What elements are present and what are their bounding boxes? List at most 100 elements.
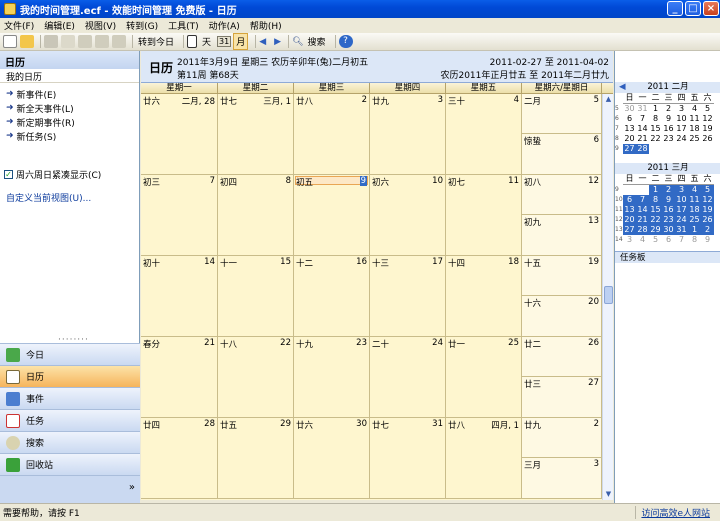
mini-day[interactable] (688, 144, 701, 154)
new-task-link[interactable]: ➜ 新任务(S) (0, 129, 139, 143)
mini-day[interactable]: 11 (688, 195, 701, 205)
scroll-down-icon[interactable]: ▼ (604, 490, 613, 499)
nav-calendar[interactable]: 日历 (0, 365, 140, 387)
mini-day[interactable]: 9 (701, 235, 714, 245)
new-allday-event-link[interactable]: ➜ 新全天事件(L) (0, 101, 139, 115)
mini-day[interactable]: 14 (636, 205, 649, 215)
new-icon[interactable] (3, 35, 17, 48)
mini-day[interactable]: 22 (649, 134, 662, 144)
day-cell[interactable]: 廿一 25 (446, 337, 522, 418)
mini-day[interactable]: 8 (688, 235, 701, 245)
mini-day[interactable]: 3 (675, 104, 688, 114)
day-cell[interactable]: 初七 11 (446, 175, 522, 256)
mini-day[interactable]: 3 (675, 185, 688, 195)
expand-chevron-icon[interactable]: » (129, 482, 135, 493)
customize-view-link[interactable]: 自定义当前视图(U)... (6, 191, 91, 204)
day-cell[interactable]: 十五 19 (522, 256, 602, 296)
mini-day[interactable]: 20 (623, 134, 636, 144)
mini-day[interactable]: 5 (649, 235, 662, 245)
mini-day[interactable]: 7 (675, 235, 688, 245)
mini-day[interactable]: 30 (623, 104, 636, 114)
menu-edit[interactable]: 编辑(E) (44, 19, 75, 32)
prev-arrow-icon[interactable]: ◀ (259, 37, 266, 47)
maximize-button[interactable]: □ (685, 1, 701, 16)
mini-day[interactable]: 7 (636, 195, 649, 205)
mini-day[interactable]: 10 (675, 195, 688, 205)
month-grid[interactable]: 廿六 二月, 28 廿七 三月, 1 廿八 2 廿九 3 三十 4 二月 5 惊蛰 6 初三 7 初四 8 初五 9 初… (141, 94, 602, 500)
mini-day[interactable]: 17 (675, 205, 688, 215)
day-cell[interactable]: 二十 24 (370, 337, 446, 418)
menu-tools[interactable]: 工具(T) (168, 19, 199, 32)
month-view-icon[interactable]: 31 (217, 36, 232, 47)
mini-day[interactable] (701, 144, 714, 154)
mini-day[interactable]: 26 (701, 134, 714, 144)
mini-day[interactable] (623, 185, 636, 195)
mini-day[interactable] (675, 144, 688, 154)
day-cell[interactable]: 初九 13 (522, 215, 602, 256)
day-cell[interactable]: 廿七 三月, 1 (218, 94, 294, 175)
close-button[interactable]: × (703, 1, 719, 16)
day-cell[interactable]: 廿二 26 (522, 337, 602, 377)
mini-day[interactable]: 8 (649, 114, 662, 124)
print-preview-icon[interactable] (61, 35, 75, 48)
mini-day[interactable]: 13 (623, 124, 636, 134)
day-cell[interactable]: 十二 16 (294, 256, 370, 337)
paste-icon[interactable] (112, 35, 126, 48)
next-arrow-icon[interactable]: ▶ (274, 37, 281, 47)
copy-icon[interactable] (95, 35, 109, 48)
day-cell[interactable]: 廿三 27 (522, 377, 602, 418)
mini-day[interactable]: 28 (636, 144, 649, 154)
mini-day[interactable]: 13 (623, 205, 636, 215)
mini-day[interactable]: 15 (649, 205, 662, 215)
search-icon[interactable]: 🔍︎ (292, 37, 303, 47)
mini-day[interactable]: 6 (623, 114, 636, 124)
mini-day[interactable]: 21 (636, 215, 649, 225)
day-cell[interactable]: 十四 18 (446, 256, 522, 337)
day-cell[interactable]: 初三 7 (141, 175, 218, 256)
scroll-thumb[interactable] (604, 286, 613, 304)
mini-day[interactable]: 9 (662, 114, 675, 124)
prev-month-icon[interactable]: ◀ (619, 82, 626, 93)
mini-day[interactable]: 1 (649, 185, 662, 195)
mini-day[interactable]: 5 (701, 104, 714, 114)
menu-goto[interactable]: 转到(G) (126, 19, 158, 32)
day-view-button[interactable]: 天 (200, 34, 213, 49)
goto-today-button[interactable]: 转到今日 (136, 34, 176, 49)
day-cell[interactable]: 三月 3 (522, 458, 602, 499)
mini-day[interactable]: 6 (662, 235, 675, 245)
mini-day[interactable]: 4 (688, 185, 701, 195)
mini-day[interactable]: 20 (623, 215, 636, 225)
day-view-icon[interactable] (187, 35, 198, 48)
mini-day[interactable]: 31 (636, 104, 649, 114)
mini-day[interactable] (662, 144, 675, 154)
day-cell[interactable]: 十八 22 (218, 337, 294, 418)
mini-day[interactable]: 23 (662, 134, 675, 144)
day-cell[interactable]: 十六 20 (522, 296, 602, 337)
mini-day[interactable]: 8 (649, 195, 662, 205)
day-cell[interactable]: 十三 17 (370, 256, 446, 337)
compact-weekend-checkbox[interactable]: ✓ 周六周日紧凑显示(C) (4, 168, 101, 181)
mini-day[interactable]: 1 (649, 104, 662, 114)
nav-recycle[interactable]: 回收站 (0, 453, 140, 475)
day-cell[interactable]: 廿六 30 (294, 418, 370, 499)
day-cell[interactable]: 廿八 四月, 1 (446, 418, 522, 499)
mini-day[interactable]: 2 (662, 185, 675, 195)
print-icon[interactable] (44, 35, 58, 48)
day-cell[interactable]: 廿八 2 (294, 94, 370, 175)
mini-day[interactable]: 19 (701, 124, 714, 134)
search-button[interactable]: 搜索 (306, 34, 328, 49)
mini-day[interactable]: 30 (662, 225, 675, 235)
mini-day[interactable]: 21 (636, 134, 649, 144)
mini-day[interactable]: 12 (701, 195, 714, 205)
new-recurring-event-link[interactable]: ➜ 新定期事件(R) (0, 115, 139, 129)
cut-icon[interactable] (78, 35, 92, 48)
day-cell[interactable]: 初十 14 (141, 256, 218, 337)
mini-day[interactable]: 15 (649, 124, 662, 134)
mini-day[interactable]: 27 (623, 225, 636, 235)
open-folder-icon[interactable] (20, 35, 34, 48)
mini-day[interactable]: 4 (636, 235, 649, 245)
day-cell[interactable]: 初五 9 (294, 175, 370, 256)
mini-day[interactable]: 25 (688, 215, 701, 225)
mini-day[interactable]: 10 (675, 114, 688, 124)
mini-day[interactable]: 18 (688, 205, 701, 215)
